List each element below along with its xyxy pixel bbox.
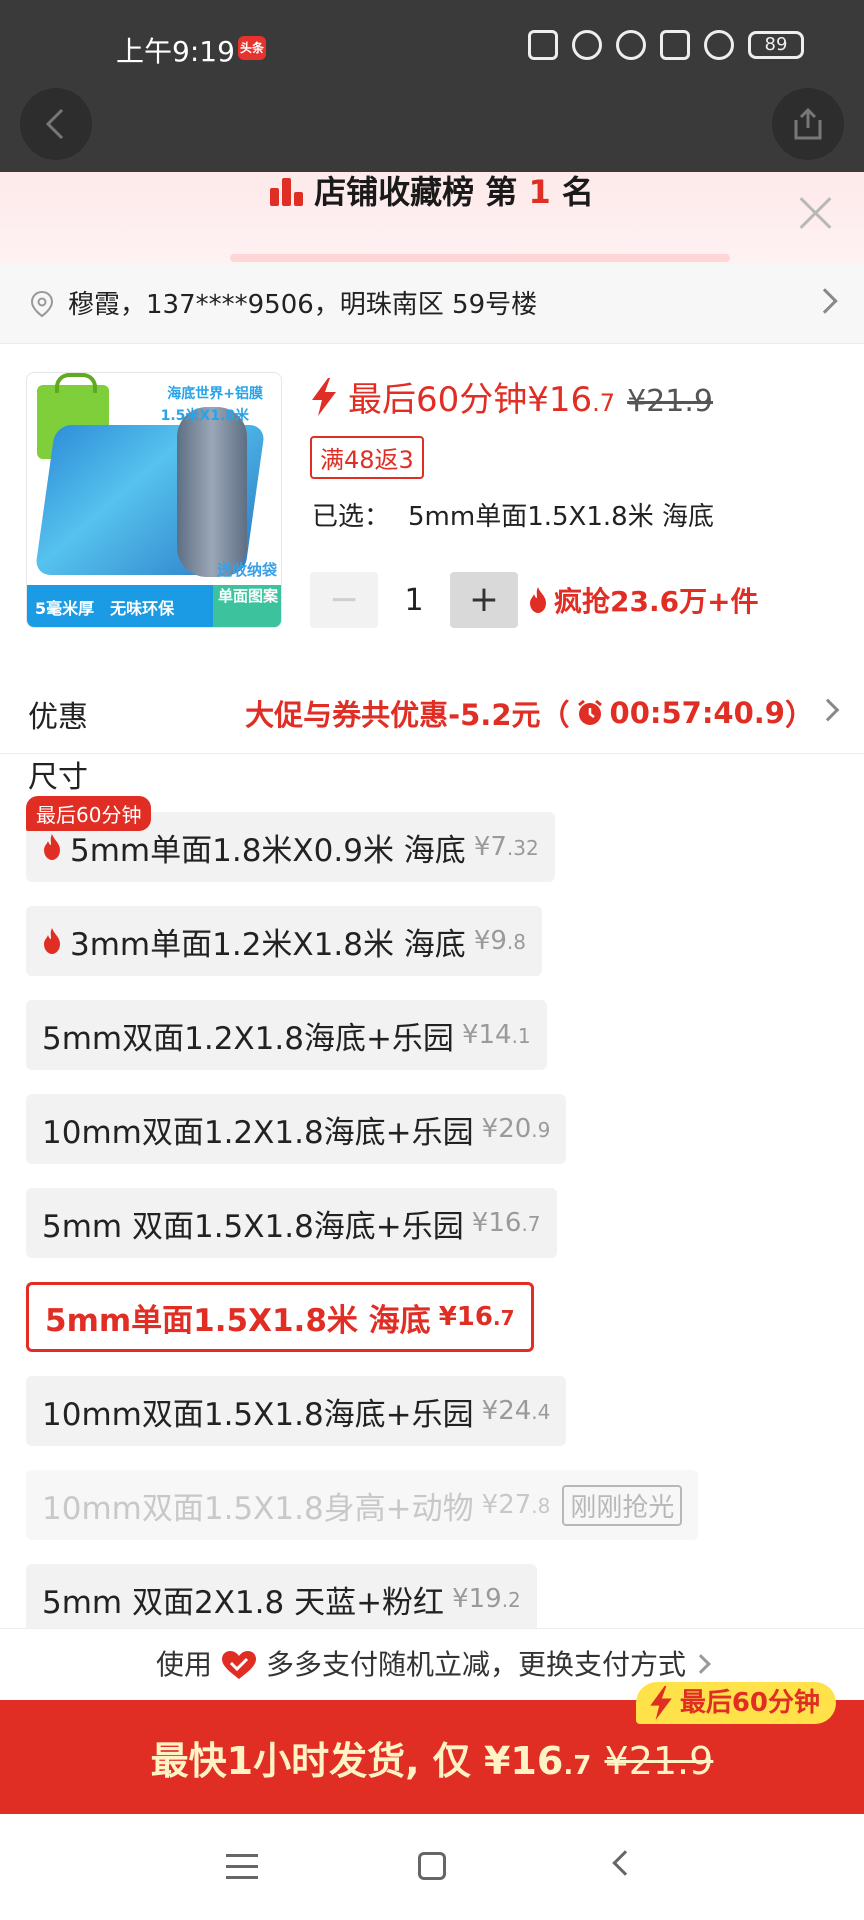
quantity-value[interactable]: 1: [378, 583, 450, 618]
discount-value: 大促与券共优惠-5.2元（ 00:57:40.9 ）: [245, 696, 814, 732]
chevron-right-icon: [816, 698, 840, 722]
thumb-bag-tag: 送收纳袋: [216, 561, 277, 579]
size-option-disabled[interactable]: 10mm双面1.5X1.8身高+动物 ¥27.8 刚刚抢光: [26, 1470, 699, 1540]
last-hour-buy-badge: 最后60分钟: [635, 1682, 836, 1724]
size-section-title: 尺寸: [28, 760, 88, 795]
nfc-icon: [528, 30, 558, 60]
rank-number: 1: [528, 173, 551, 211]
size-option-label: 5mm 双面2X1.8 天蓝+粉红: [42, 1584, 445, 1621]
toutiao-notification-icon: 头条: [238, 36, 266, 60]
size-option-price: ¥16.7: [438, 1302, 515, 1332]
discount-row[interactable]: 优惠 大促与券共优惠-5.2元（ 00:57:40.9 ）: [0, 668, 864, 754]
rank-banner: 店铺收藏榜 第 1 名: [0, 172, 864, 264]
size-option-label: 3mm单面1.2米X1.8米 海底: [70, 926, 466, 963]
size-option-label: 5mm 双面1.5X1.8海底+乐园: [42, 1208, 464, 1245]
back-icon[interactable]: [612, 1850, 638, 1876]
decrease-button[interactable]: −: [310, 572, 378, 628]
chevron-right-icon: [812, 288, 838, 314]
original-price: ¥21.9: [627, 384, 713, 419]
sku-sheet: 店铺收藏榜 第 1 名 穆霞，137****9506，明珠南区 59号楼 海底世…: [0, 172, 864, 1814]
size-option[interactable]: 5mm双面1.2X1.8海底+乐园 ¥14.1: [26, 1000, 547, 1070]
price-line: 最后60分钟¥16 .7 ¥21.9: [310, 372, 713, 422]
thumb-caption: 海底世界+铝膜: [167, 386, 263, 402]
page-header-dimmed: [0, 96, 864, 172]
size-option-label: 10mm双面1.2X1.8海底+乐园: [42, 1114, 474, 1151]
size-option-label: 5mm双面1.2X1.8海底+乐园: [42, 1020, 454, 1057]
size-option[interactable]: 5mm 双面2X1.8 天蓝+粉红 ¥19.2: [26, 1564, 537, 1634]
flame-icon: [530, 587, 546, 613]
duoduo-pay-heart-icon: [222, 1651, 256, 1679]
size-option-price: ¥24.4: [481, 1396, 551, 1426]
size-option[interactable]: 5mm 双面1.5X1.8海底+乐园 ¥16.7: [26, 1188, 557, 1258]
mute-icon: [572, 30, 602, 60]
status-icons: 89: [528, 30, 804, 60]
size-option-price: ¥27.8: [481, 1490, 551, 1520]
alarm-clock-icon: [577, 699, 602, 725]
chevron-left-icon: [45, 108, 64, 140]
status-bar: 上午9:19 头条 89: [0, 0, 864, 96]
menu-icon[interactable]: [226, 1854, 258, 1880]
thumb-size-caption: 1.5米X1.8米: [160, 408, 249, 424]
signal-icon: [660, 30, 690, 60]
selected-sku-value: 5mm单面1.5X1.8米 海底: [408, 502, 714, 532]
status-time: 上午9:19: [116, 35, 235, 68]
size-option-price: ¥16.7: [471, 1208, 541, 1238]
size-option-price: ¥9.8: [473, 926, 526, 956]
size-option-price: ¥14.1: [461, 1020, 531, 1050]
last-hour-badge: 最后60分钟: [26, 796, 152, 831]
promo-price-decimal: .7: [592, 389, 616, 417]
selected-sku: 已选： 5mm单面1.5X1.8米 海底: [312, 502, 714, 532]
sold-out-tag: 刚刚抢光: [562, 1484, 683, 1526]
size-option[interactable]: 10mm双面1.5X1.8海底+乐园 ¥24.4: [26, 1376, 567, 1446]
flame-icon: [44, 834, 60, 860]
quantity-stepper: − 1 + 疯抢23.6万+件: [310, 572, 759, 628]
close-icon[interactable]: [798, 194, 834, 230]
thumb-footer: 5毫米厚 无味环保 单面图案: [27, 585, 281, 627]
size-option-price: ¥19.2: [452, 1584, 521, 1614]
size-option-selected[interactable]: 5mm单面1.5X1.8米 海底 ¥16.7: [26, 1282, 534, 1352]
location-pin-icon: [30, 290, 54, 318]
product-thumbnail[interactable]: 海底世界+铝膜 1.5米X1.8米 送收纳袋 5毫米厚 无味环保 单面图案: [26, 372, 282, 628]
rank-bars-icon: [270, 178, 304, 206]
increase-button[interactable]: +: [450, 572, 518, 628]
flame-icon: [44, 928, 60, 954]
thumb-footer-side: 单面图案: [213, 585, 281, 627]
coupon-tag: 满48返3: [310, 436, 424, 479]
rank-banner-text: 店铺收藏榜 第 1 名: [0, 172, 864, 212]
home-icon[interactable]: [418, 1852, 446, 1880]
buy-button-label: 最快1小时发货, 仅 ¥16.7 ¥21.9: [150, 1739, 714, 1783]
size-option-label: 10mm双面1.5X1.8海底+乐园: [42, 1396, 474, 1433]
chevron-right-icon: [691, 1654, 711, 1674]
back-button[interactable]: [20, 88, 92, 160]
size-option-label: 5mm单面1.5X1.8米 海底: [45, 1302, 431, 1339]
size-option[interactable]: 10mm双面1.2X1.8海底+乐园 ¥20.9: [26, 1094, 567, 1164]
address-row[interactable]: 穆霞，137****9506，明珠南区 59号楼: [0, 264, 864, 344]
share-icon: [794, 107, 822, 140]
wifi-icon: [704, 30, 734, 60]
lightning-icon: [650, 1686, 672, 1720]
size-option-label: 5mm单面1.8米X0.9米 海底: [70, 832, 466, 869]
system-nav-bar: [0, 1814, 864, 1920]
size-option-label: 10mm双面1.5X1.8身高+动物: [42, 1490, 474, 1527]
size-option-price: ¥20.9: [481, 1114, 551, 1144]
discount-label: 优惠: [28, 700, 88, 735]
sold-count: 疯抢23.6万+件: [528, 580, 759, 620]
rolled-mat-image: [177, 407, 247, 577]
lightning-icon: [312, 378, 336, 416]
address-text: 穆霞，137****9506，明珠南区 59号楼: [68, 290, 538, 320]
rank-banner-next-line: [230, 246, 730, 264]
battery-icon: 89: [748, 31, 804, 59]
buy-original-price: ¥21.9: [604, 1739, 714, 1783]
size-option-price: ¥7.32: [473, 832, 539, 862]
promo-price: 最后60分钟¥16: [348, 380, 593, 420]
share-button[interactable]: [772, 88, 844, 160]
discount-countdown: 00:57:40.9: [609, 696, 785, 730]
alarm-icon: [616, 30, 646, 60]
size-option[interactable]: 3mm单面1.2米X1.8米 海底 ¥9.8: [26, 906, 542, 976]
